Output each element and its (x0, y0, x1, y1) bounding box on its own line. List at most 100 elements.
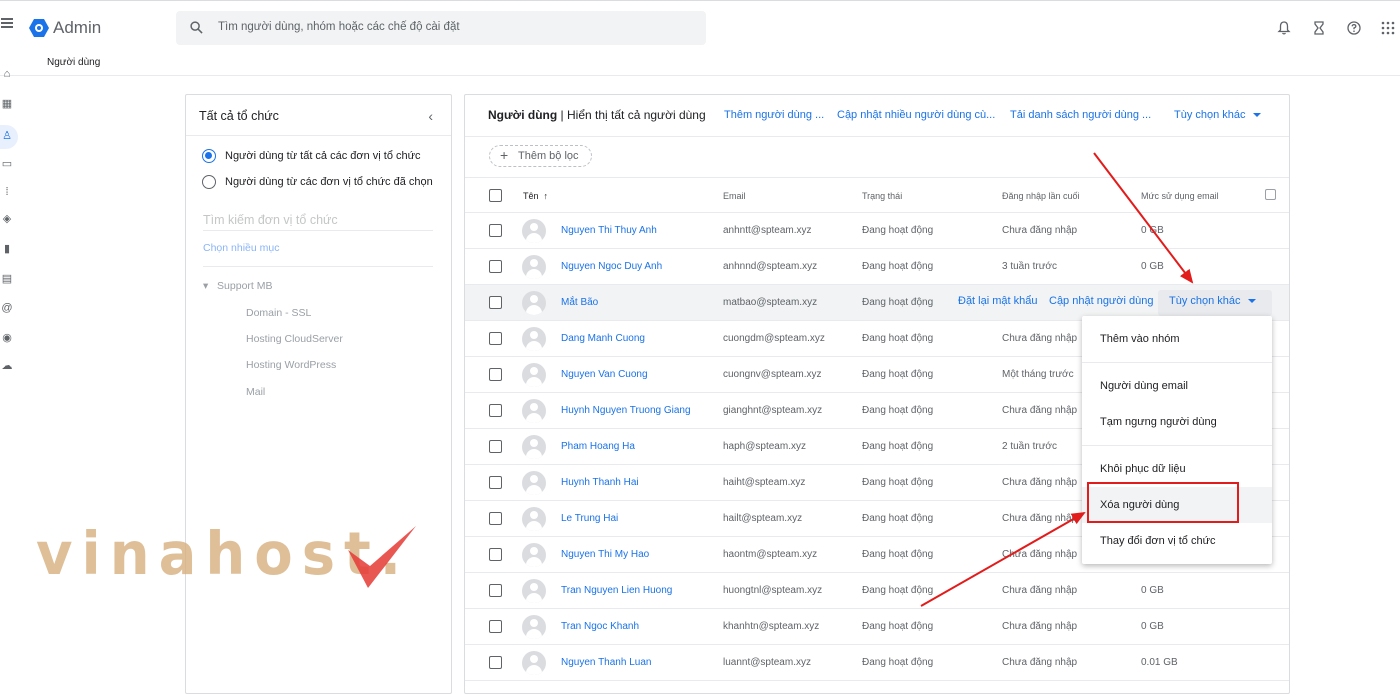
user-email: hailt@spteam.xyz (723, 513, 803, 524)
reports-icon[interactable]: ▮ (0, 242, 14, 256)
tree-root-label[interactable]: Support MB (217, 280, 272, 292)
table-row[interactable]: Nguyen Thanh Luan luannt@spteam.xyz Đang h… (465, 645, 1289, 681)
apps-icon[interactable]: ⁞ (0, 185, 14, 199)
row-checkbox[interactable] (489, 296, 502, 309)
user-name-link[interactable]: Nguyen Thanh Luan (561, 657, 651, 668)
column-header-status[interactable]: Trạng thái (862, 191, 902, 201)
menu-item-email-user[interactable]: Người dùng email (1100, 380, 1188, 392)
row-checkbox[interactable] (489, 548, 502, 561)
user-name-link[interactable]: Huynh Thanh Hai (561, 477, 639, 488)
column-settings-icon[interactable] (1265, 189, 1276, 200)
menu-item-suspend-user[interactable]: Tạm ngưng người dùng (1100, 416, 1217, 428)
org-tree-child[interactable]: Hosting WordPress (246, 359, 336, 371)
user-status: Đang hoạt động (862, 477, 934, 488)
add-user-link[interactable]: Thêm người dùng ... (724, 109, 824, 121)
radio-all-org-units[interactable] (202, 149, 216, 163)
radio-selected-label[interactable]: Người dùng từ các đơn vị tổ chức đã chọn (225, 176, 433, 188)
menu-item-change-org-unit[interactable]: Thay đổi đơn vị tổ chức (1100, 535, 1215, 547)
row-more-options-label[interactable]: Tùy chọn khác (1169, 295, 1241, 307)
users-icon[interactable]: ♙ (0, 129, 14, 143)
row-checkbox[interactable] (489, 656, 502, 669)
apps-grid-icon[interactable] (1380, 20, 1396, 36)
notifications-icon[interactable] (1276, 20, 1292, 36)
user-name-link[interactable]: Tran Nguyen Lien Huong (561, 585, 672, 596)
more-options-header-label[interactable]: Tùy chọn khác (1174, 109, 1246, 121)
table-row[interactable]: Tran Nguyen Lien Huong huongtnl@spteam.xy… (465, 573, 1289, 609)
billing-icon[interactable]: ▤ (0, 272, 14, 286)
user-status: Đang hoạt động (862, 441, 934, 452)
row-checkbox[interactable] (489, 476, 502, 489)
row-checkbox[interactable] (489, 404, 502, 417)
menu-item-restore-data[interactable]: Khôi phục dữ liệu (1100, 463, 1186, 475)
row-checkbox[interactable] (489, 224, 502, 237)
table-row[interactable]: Nguyen Ngoc Duy Anh anhnnd@spteam.xyz Đang… (465, 249, 1289, 285)
add-filter-label[interactable]: Thêm bộ lọc (518, 150, 579, 162)
admin-logo-icon[interactable] (29, 18, 49, 38)
account-icon[interactable]: @ (0, 301, 14, 315)
home-icon[interactable]: ⌂ (0, 67, 14, 81)
org-tree-child[interactable]: Hosting CloudServer (246, 333, 343, 345)
row-checkbox[interactable] (489, 368, 502, 381)
collapse-chevron-icon[interactable]: ‹ (428, 108, 433, 124)
radio-all-label[interactable]: Người dùng từ tất cả các đơn vị tổ chức (225, 150, 421, 162)
row-checkbox[interactable] (489, 332, 502, 345)
rules-icon[interactable]: ◉ (0, 331, 14, 345)
user-name-link[interactable]: Nguyen Van Cuong (561, 369, 648, 380)
user-name-link[interactable]: Nguyen Thi Thuy Anh (561, 225, 657, 236)
menu-item-add-to-group[interactable]: Thêm vào nhóm (1100, 333, 1179, 345)
row-checkbox[interactable] (489, 440, 502, 453)
multi-select-link[interactable]: Chọn nhiều mục (203, 242, 279, 254)
reset-password-link[interactable]: Đặt lại mật khẩu (958, 295, 1037, 307)
dashboard-icon[interactable]: ▦ (0, 97, 14, 111)
security-icon[interactable]: ◈ (0, 212, 14, 226)
org-tree-root[interactable]: ▾ Support MB (203, 280, 273, 292)
column-header-last-login[interactable]: Đăng nhập lần cuối (1002, 191, 1080, 201)
storage-cloud-icon[interactable]: ☁ (0, 359, 14, 373)
table-row[interactable]: Tran Ngoc Khanh khanhtn@spteam.xyz Đang ho… (465, 609, 1289, 645)
menu-divider (1082, 445, 1272, 446)
table-row[interactable]: Nguyen Thi Thuy Anh anhntt@spteam.xyz Đang… (465, 213, 1289, 249)
user-name-link[interactable]: Mắt Bão (561, 297, 598, 308)
column-header-name[interactable]: Tên ↑ (523, 191, 548, 201)
column-header-email[interactable]: Email (723, 191, 746, 201)
user-name-link[interactable]: Dang Manh Cuong (561, 333, 645, 344)
user-name-link[interactable]: Tran Ngoc Khanh (561, 621, 639, 632)
user-name-link[interactable]: Nguyen Thi My Hao (561, 549, 649, 560)
update-user-link[interactable]: Cập nhật người dùng (1049, 295, 1153, 307)
bulk-update-users-link[interactable]: Cập nhật nhiều người dùng cù... (837, 109, 995, 121)
breadcrumb[interactable]: Người dùng (47, 57, 100, 68)
row-checkbox[interactable] (489, 512, 502, 525)
sort-ascending-icon[interactable]: ↑ (544, 191, 549, 201)
row-checkbox[interactable] (489, 620, 502, 633)
download-users-link[interactable]: Tải danh sách người dùng ... (1010, 109, 1151, 121)
user-status: Đang hoạt động (862, 549, 934, 560)
user-name-link[interactable]: Nguyen Ngoc Duy Anh (561, 261, 662, 272)
main-menu-icon[interactable] (1, 18, 13, 28)
org-search-input[interactable]: Tìm kiếm đơn vị tổ chức (203, 213, 338, 227)
select-all-checkbox[interactable] (489, 189, 502, 202)
brand-label[interactable]: Admin (53, 18, 101, 38)
user-email-usage: 0 GB (1141, 225, 1164, 236)
more-options-header[interactable]: Tùy chọn khác (1174, 109, 1261, 121)
user-name-link[interactable]: Le Trung Hai (561, 513, 618, 524)
user-email: cuongdm@spteam.xyz (723, 333, 825, 344)
user-email-usage: 0.01 GB (1141, 657, 1178, 668)
radio-selected-org-units[interactable] (202, 175, 216, 189)
dropdown-caret-icon (1252, 113, 1261, 118)
global-search-bar[interactable]: Tìm người dùng, nhóm hoặc các chế độ cài… (176, 11, 706, 45)
row-checkbox[interactable] (489, 260, 502, 273)
column-header-email-usage[interactable]: Mức sử dụng email (1141, 191, 1219, 201)
tree-expand-icon[interactable]: ▾ (203, 280, 208, 292)
org-tree-child[interactable]: Mail (246, 386, 265, 398)
help-icon[interactable] (1346, 20, 1362, 36)
row-more-options-button[interactable]: Tùy chọn khác (1158, 290, 1272, 316)
org-tree-child[interactable]: Domain - SSL (246, 307, 311, 319)
column-name-label[interactable]: Tên (523, 191, 539, 201)
user-name-link[interactable]: Pham Hoang Ha (561, 441, 635, 452)
add-filter-chip[interactable]: + Thêm bộ lọc (489, 145, 592, 167)
row-checkbox[interactable] (489, 584, 502, 597)
devices-icon[interactable]: ▭ (0, 157, 14, 171)
search-placeholder[interactable]: Tìm người dùng, nhóm hoặc các chế độ cài… (218, 21, 460, 33)
user-name-link[interactable]: Huynh Nguyen Truong Giang (561, 405, 691, 416)
tasks-hourglass-icon[interactable] (1311, 20, 1327, 36)
